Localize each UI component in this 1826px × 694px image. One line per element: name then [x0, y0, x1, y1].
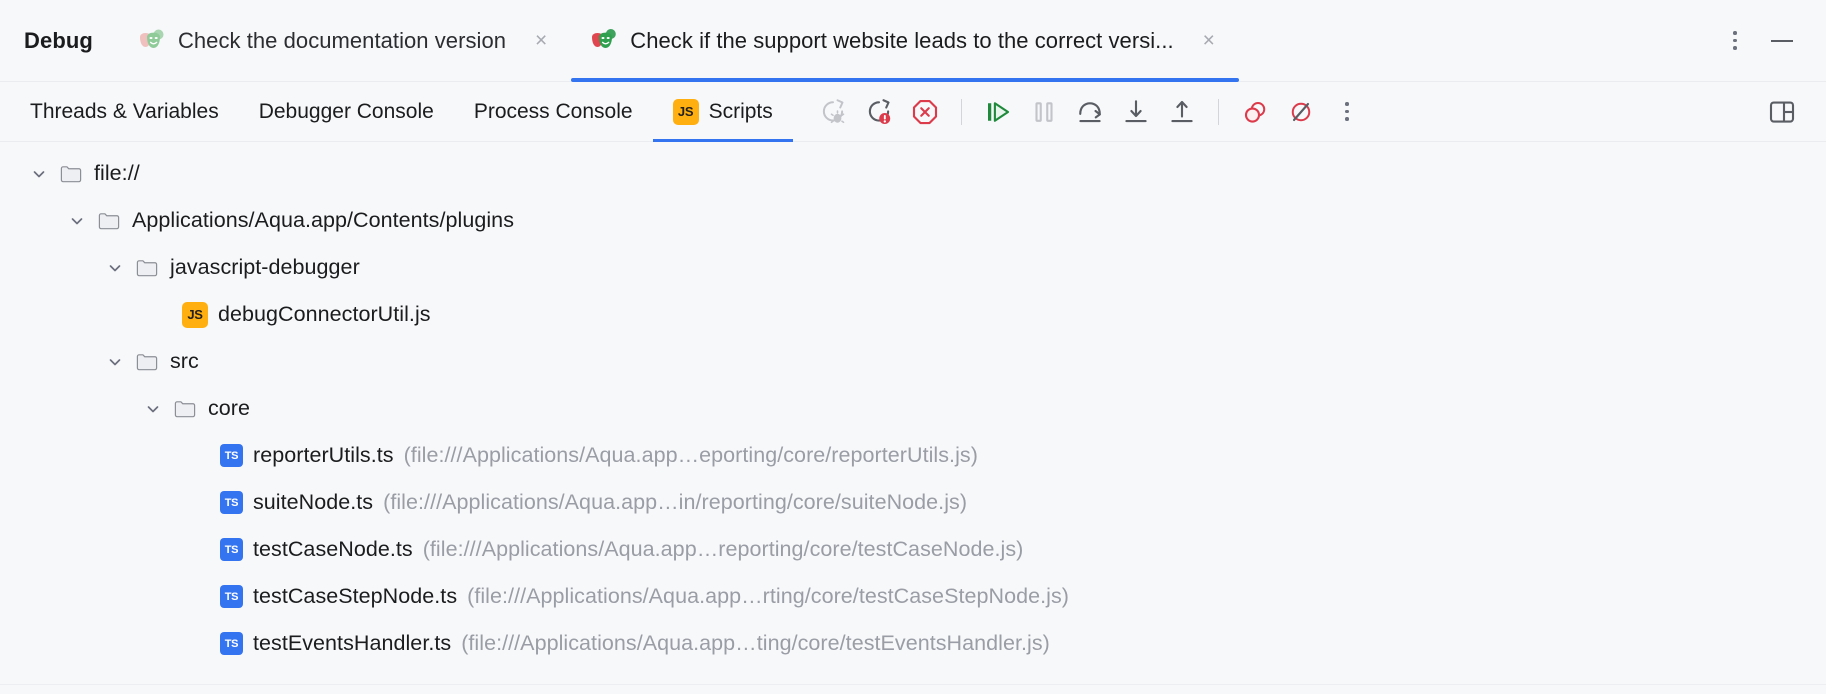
tree-node-name: src	[170, 349, 199, 373]
toolbar-separator	[1217, 98, 1219, 125]
tree-node-path: (file:///Applications/Aqua.app…in/report…	[383, 490, 968, 514]
tree-node-path: (file:///Applications/Aqua.app…ting/core…	[461, 631, 1050, 655]
tree-node-name: Applications/Aqua.app/Contents/plugins	[132, 208, 514, 232]
tab-label: Debugger Console	[258, 99, 434, 123]
tree-node-name: testEventsHandler.ts	[253, 631, 452, 655]
tab-label: Scripts	[708, 99, 773, 123]
toolbar-more-button[interactable]	[1325, 90, 1369, 134]
tree-row[interactable]: Applications/Aqua.app/Contents/plugins	[0, 197, 1826, 244]
tree-row[interactable]: file://	[0, 150, 1826, 197]
rerun-debug-button[interactable]	[811, 90, 855, 134]
chevron-down-icon[interactable]	[64, 208, 90, 234]
toolbar-separator	[960, 98, 962, 125]
tree-row[interactable]: TS suiteNode.ts (file:///Applications/Aq…	[0, 479, 1826, 526]
more-actions-icon[interactable]	[1720, 26, 1750, 56]
js-file-icon: JS	[182, 301, 208, 328]
tree-row[interactable]: core	[0, 385, 1826, 432]
step-over-button[interactable]	[1068, 90, 1112, 134]
ts-file-icon: TS	[220, 491, 243, 514]
tab-process-console[interactable]: Process Console	[454, 82, 653, 142]
tree-row[interactable]: TS testCaseStepNode.ts (file:///Applicat…	[0, 573, 1826, 620]
layout-settings-icon[interactable]	[1760, 90, 1804, 134]
chevron-down-icon[interactable]	[140, 396, 166, 422]
tree-node-name: core	[208, 396, 251, 420]
chevron-down-icon[interactable]	[26, 161, 52, 187]
js-file-icon: JS	[672, 98, 699, 125]
rerun-failed-tests-button[interactable]	[857, 90, 901, 134]
tree-row[interactable]: src	[0, 338, 1826, 385]
app-title: Debug	[24, 27, 93, 53]
scripts-tree[interactable]: file:// Applications/Aqua.app/Contents/p…	[0, 142, 1826, 694]
tree-node-path: (file:///Applications/Aqua.app…reporting…	[422, 537, 1024, 561]
run-tab-1[interactable]: Check if the support website leads to th…	[571, 0, 1239, 82]
run-tab-close-icon[interactable]: ×	[529, 28, 553, 53]
mute-breakpoints-button[interactable]	[1279, 90, 1323, 134]
resume-program-button[interactable]	[976, 90, 1020, 134]
run-tab-0[interactable]: Check the documentation version ×	[119, 0, 571, 82]
debug-toolbar: Threads & Variables Debugger Console Pro…	[0, 82, 1826, 142]
ts-file-icon: TS	[220, 632, 243, 655]
tree-row[interactable]: JS debugConnectorUtil.js	[0, 291, 1826, 338]
ts-file-icon: TS	[220, 444, 243, 467]
tree-node-name: testCaseNode.ts	[253, 537, 413, 561]
folder-icon	[96, 208, 122, 234]
step-out-button[interactable]	[1160, 90, 1204, 134]
tree-node-name: debugConnectorUtil.js	[218, 302, 431, 326]
title-bar-actions	[1720, 26, 1826, 56]
test-masks-icon	[137, 26, 167, 56]
tree-node-name: suiteNode.ts	[253, 490, 374, 514]
view-breakpoints-button[interactable]	[1233, 90, 1277, 134]
tab-debugger-console[interactable]: Debugger Console	[239, 82, 454, 142]
tree-node-name: javascript-debugger	[170, 255, 360, 279]
run-tab-label: Check if the support website leads to th…	[630, 27, 1174, 53]
tree-node-name: testCaseStepNode.ts	[253, 584, 458, 608]
title-bar: Debug Check the documentation version ×	[0, 0, 1826, 82]
pause-program-button[interactable]	[1022, 90, 1066, 134]
minimize-icon[interactable]	[1764, 26, 1800, 56]
more-vertical-icon	[1332, 97, 1362, 127]
tab-scripts[interactable]: JS Scripts	[652, 82, 793, 142]
chevron-down-icon[interactable]	[102, 349, 128, 375]
tree-node-path: (file:///Applications/Aqua.app…eporting/…	[403, 443, 978, 467]
test-masks-icon	[589, 26, 619, 56]
tree-row[interactable]: javascript-debugger	[0, 244, 1826, 291]
tab-label: Process Console	[473, 99, 633, 123]
horizontal-scrollbar[interactable]	[0, 684, 1826, 694]
tree-row[interactable]: TS testCaseNode.ts (file:///Applications…	[0, 526, 1826, 573]
ts-file-icon: TS	[220, 538, 243, 561]
tree-node-name: file://	[94, 161, 140, 185]
tree-node-name: reporterUtils.ts	[253, 443, 394, 467]
tab-label: Threads & Variables	[30, 99, 219, 123]
folder-icon	[134, 349, 160, 375]
tree-row[interactable]: TS reporterUtils.ts (file:///Application…	[0, 432, 1826, 479]
ts-file-icon: TS	[220, 585, 243, 608]
debug-action-buttons	[811, 90, 1369, 134]
step-into-button[interactable]	[1114, 90, 1158, 134]
stop-button[interactable]	[903, 90, 947, 134]
run-tab-close-icon[interactable]: ×	[1197, 28, 1221, 53]
folder-icon	[58, 161, 84, 187]
folder-icon	[172, 396, 198, 422]
run-tab-label: Check the documentation version	[177, 27, 507, 53]
folder-icon	[134, 255, 160, 281]
toolbar-right-actions	[1760, 90, 1826, 134]
tree-node-path: (file:///Applications/Aqua.app…rting/cor…	[467, 584, 1069, 608]
tab-threads-and-variables[interactable]: Threads & Variables	[10, 82, 239, 142]
chevron-down-icon[interactable]	[102, 255, 128, 281]
tree-row[interactable]: TS testEventsHandler.ts (file:///Applica…	[0, 620, 1826, 667]
